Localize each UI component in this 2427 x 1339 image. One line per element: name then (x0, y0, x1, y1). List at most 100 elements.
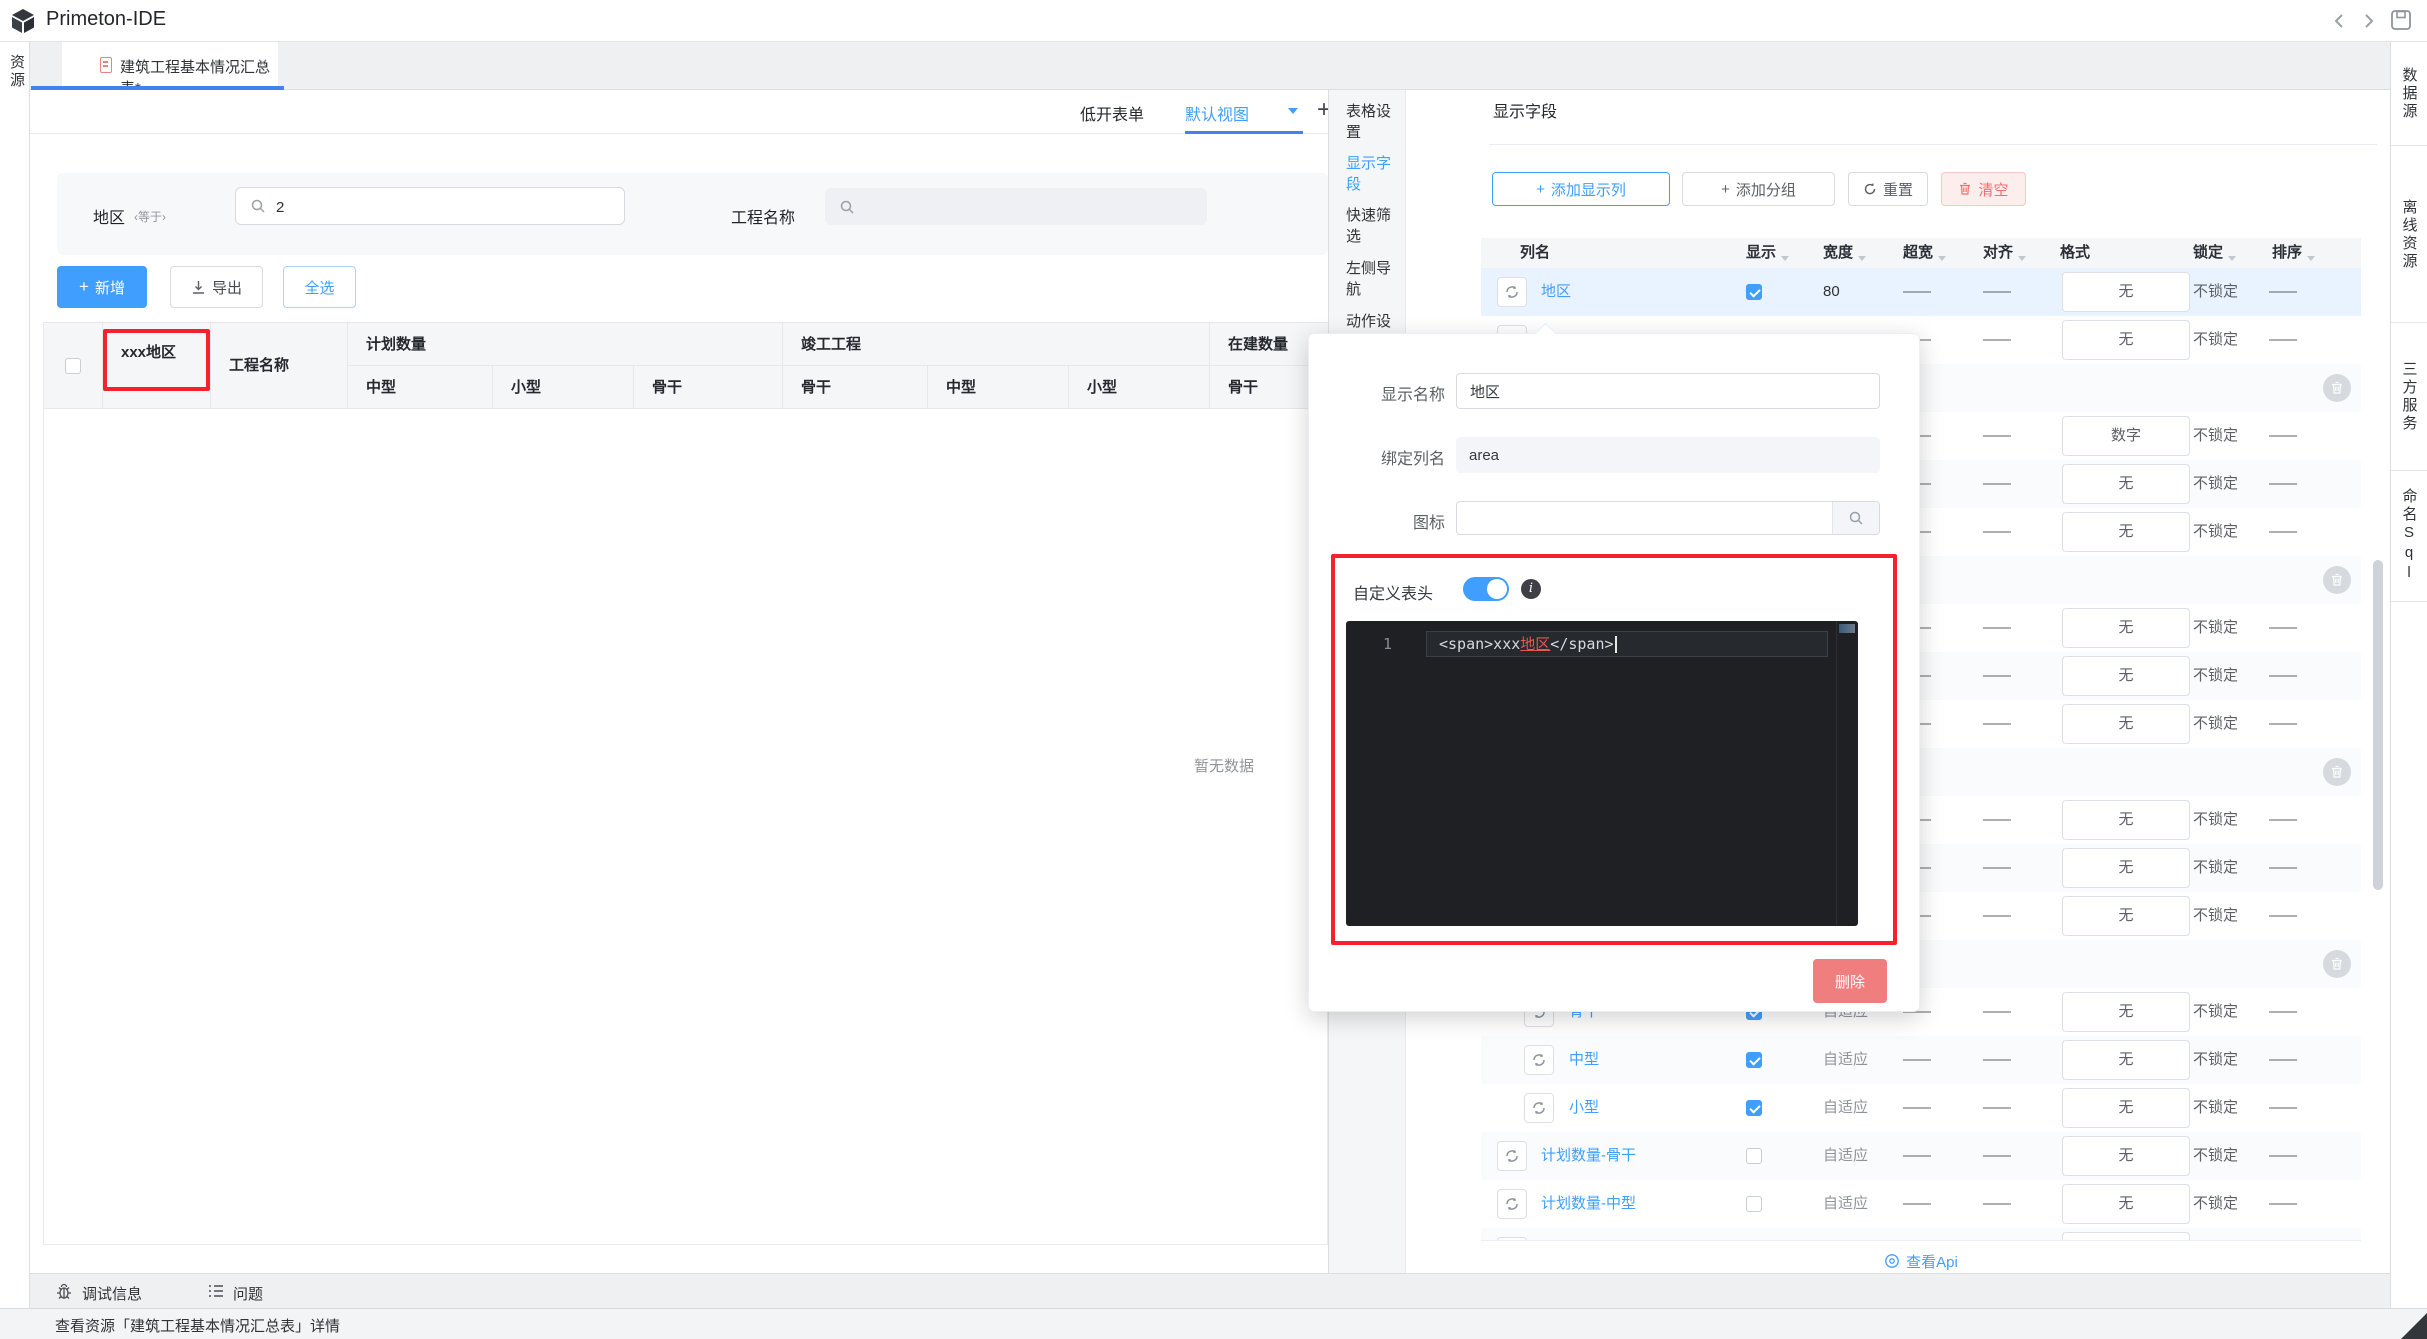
select-all-checkbox[interactable] (65, 358, 81, 374)
code-text: </span> (1550, 635, 1614, 653)
width-value: 自适应 (1823, 1099, 1869, 1116)
scrollbar-thumb[interactable] (2373, 560, 2383, 890)
nav-back-icon[interactable] (2330, 11, 2350, 31)
save-icon[interactable] (2390, 9, 2412, 31)
lock-value: 不锁定 (2193, 1003, 2239, 1020)
format-button[interactable]: 无 (2062, 1184, 2190, 1224)
tab-bar: 建筑工程基本情况汇总表* × (30, 42, 2390, 97)
chevron-down-icon[interactable] (1288, 108, 1298, 119)
sync-column-icon[interactable] (1497, 1189, 1527, 1219)
sub-header-cell: 骨干 (634, 366, 783, 409)
sync-column-icon[interactable] (1497, 277, 1527, 307)
sync-column-icon[interactable] (1524, 1045, 1554, 1075)
code-editor[interactable]: 1 <span>xxx地区</span> (1346, 621, 1858, 926)
sidebar-item-resources[interactable]: 资源 (6, 54, 27, 90)
debug-info-button[interactable]: 调试信息 (82, 1283, 142, 1304)
right-toolbar-item-1[interactable]: 数据源 (2391, 42, 2427, 145)
problems-button[interactable]: 问题 (233, 1283, 263, 1304)
dropdown-caret-icon[interactable] (2018, 256, 2027, 265)
tab-active[interactable]: 建筑工程基本情况汇总表* × (62, 42, 278, 97)
display-checkbox[interactable] (1746, 1100, 1762, 1116)
format-button[interactable]: 无 (2062, 1088, 2190, 1128)
delete-group-button[interactable] (2323, 758, 2351, 786)
clear-button[interactable]: 清空 (1941, 172, 2026, 206)
bug-icon (57, 1283, 71, 1299)
format-button[interactable]: 无 (2062, 272, 2190, 312)
area-search-input[interactable] (274, 188, 622, 226)
dropdown-caret-icon[interactable] (2228, 256, 2237, 265)
tab-lowcode-form[interactable]: 低开表单 (1080, 101, 1144, 125)
right-toolbar-item-4[interactable]: 命名Sql (2391, 470, 2427, 602)
settings-menu-quick-filter[interactable]: 快速筛选 (1346, 204, 1405, 246)
bound-column-input[interactable] (1456, 437, 1880, 473)
sort-value: —— (2269, 1147, 2297, 1164)
column-name-link[interactable]: 计划数量-中型 (1541, 1180, 1636, 1228)
view-api-link[interactable]: 查看Api (1481, 1246, 2361, 1276)
column-name-link[interactable]: 小型 (1569, 1084, 1599, 1132)
add-group-label: 添加分组 (1735, 181, 1796, 199)
view-toolbar: 低开表单 默认视图 + (30, 90, 1328, 134)
plus-icon: + (1536, 180, 1545, 198)
column-name-link[interactable]: 计划数量-骨干 (1541, 1132, 1636, 1180)
right-toolbar-item-2[interactable]: 离线资源 (2391, 145, 2427, 323)
add-view-button[interactable]: + (1317, 96, 1328, 124)
delete-group-button[interactable] (2323, 566, 2351, 594)
settings-field-row: 小型 自适应 —— —— 无不锁定 —— (1481, 1084, 2361, 1132)
dropdown-caret-icon[interactable] (1858, 256, 1867, 265)
info-icon[interactable]: i (1521, 579, 1541, 599)
format-button[interactable]: 无 (2062, 320, 2190, 360)
sync-column-icon[interactable] (1524, 1093, 1554, 1123)
column-name-link[interactable]: 中型 (1569, 1036, 1599, 1084)
select-all-button[interactable]: 全选 (283, 266, 356, 308)
sub-header-cell: 中型 (928, 366, 1069, 409)
export-button[interactable]: 导出 (170, 266, 263, 308)
display-name-input[interactable] (1457, 374, 1879, 408)
icon-search-button[interactable] (1832, 502, 1879, 534)
delete-group-button[interactable] (2323, 374, 2351, 402)
view-tab-underline (1185, 131, 1303, 134)
add-group-button[interactable]: + 添加分组 (1682, 172, 1835, 206)
format-button[interactable]: 无 (2062, 800, 2190, 840)
project-search-input[interactable] (863, 188, 1205, 227)
resize-handle[interactable] (2401, 1313, 2427, 1339)
align-value: —— (1983, 667, 2011, 684)
dropdown-caret-icon[interactable] (2307, 256, 2316, 265)
delete-column-button[interactable]: 删除 (1813, 959, 1887, 1003)
add-record-button[interactable]: + 新增 (57, 266, 147, 308)
section-title: 显示字段 (1493, 104, 1558, 121)
format-button[interactable]: 无 (2062, 1232, 2190, 1240)
display-checkbox[interactable] (1746, 1052, 1762, 1068)
right-toolbar-item-3[interactable]: 三方服务 (2391, 322, 2427, 471)
display-checkbox[interactable] (1746, 1196, 1762, 1212)
display-checkbox[interactable] (1746, 284, 1762, 300)
tab-default-view[interactable]: 默认视图 (1185, 101, 1249, 125)
format-button[interactable]: 无 (2062, 704, 2190, 744)
display-checkbox[interactable] (1746, 1148, 1762, 1164)
settings-menu-left-nav[interactable]: 左侧导航 (1346, 257, 1405, 299)
format-button[interactable]: 无 (2062, 1136, 2190, 1176)
settings-menu-display-fields[interactable]: 显示字段 (1346, 152, 1405, 194)
format-button[interactable]: 无 (2062, 512, 2190, 552)
delete-group-button[interactable] (2323, 950, 2351, 978)
dropdown-caret-icon[interactable] (1781, 256, 1790, 265)
format-button[interactable]: 无 (2062, 656, 2190, 696)
format-button[interactable]: 数字 (2062, 416, 2190, 456)
format-button[interactable]: 无 (2062, 848, 2190, 888)
settings-table-header: 列名 显示 宽度 超宽 对齐 格式 锁定 排序 (1481, 238, 2361, 268)
format-button[interactable]: 无 (2062, 464, 2190, 504)
format-button[interactable]: 无 (2062, 896, 2190, 936)
format-button[interactable]: 无 (2062, 992, 2190, 1032)
custom-header-toggle[interactable] (1463, 577, 1509, 601)
tab-close-icon[interactable]: × (258, 55, 267, 73)
format-button[interactable]: 无 (2062, 608, 2190, 648)
dropdown-caret-icon[interactable] (1938, 256, 1947, 265)
project-header-cell: 工程名称 (211, 323, 348, 409)
nav-forward-icon[interactable] (2358, 11, 2378, 31)
column-name-link[interactable]: 地区 (1541, 268, 1571, 316)
reset-button[interactable]: 重置 (1848, 172, 1928, 206)
format-button[interactable]: 无 (2062, 1040, 2190, 1080)
line-number: 1 (1382, 635, 1392, 653)
sync-column-icon[interactable] (1497, 1141, 1527, 1171)
add-display-column-button[interactable]: + 添加显示列 (1492, 172, 1670, 206)
icon-input[interactable] (1457, 502, 1879, 534)
